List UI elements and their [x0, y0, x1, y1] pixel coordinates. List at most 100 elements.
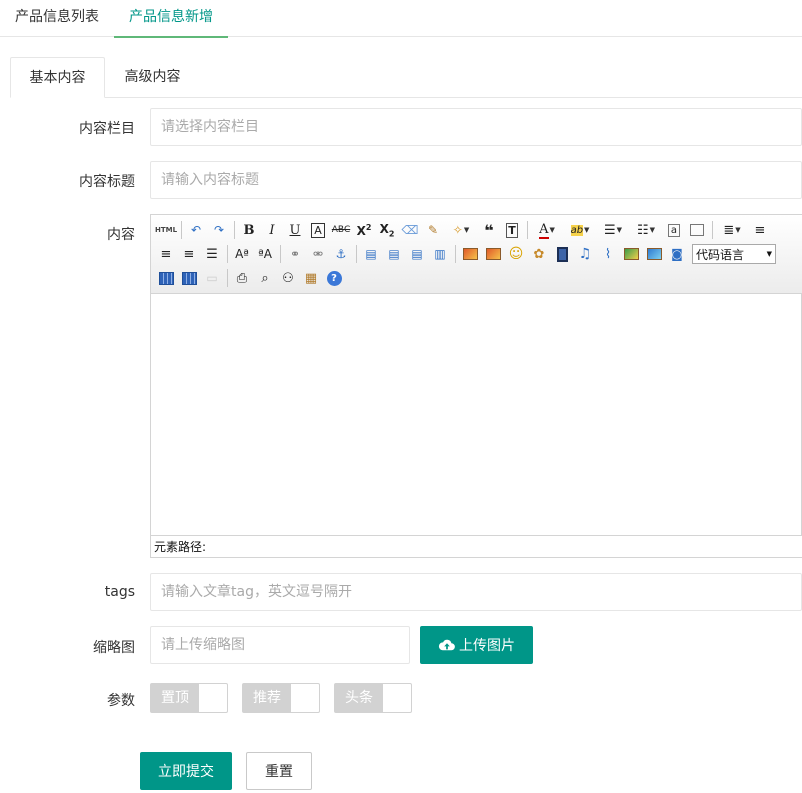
submit-button[interactable]: 立即提交 [140, 752, 232, 790]
chevron-down-icon: ▼ [649, 226, 656, 234]
align-right-icon: ≡ [183, 246, 195, 262]
switch-recommend[interactable]: 推荐 [242, 683, 320, 713]
select-all-icon: a [667, 223, 681, 237]
bold-button[interactable]: B [238, 220, 260, 240]
ordered-list-icon: ☰ [603, 222, 616, 238]
tab-product-list[interactable]: 产品信息列表 [0, 0, 114, 37]
italic-icon: I [269, 222, 275, 238]
table-props-icon [181, 271, 197, 285]
toolbar-separator [527, 221, 528, 239]
paste-plain-button[interactable]: T [501, 220, 523, 240]
italic-button[interactable]: I [261, 220, 283, 240]
format-match-button[interactable]: ✎ [422, 220, 444, 240]
insert-video-button[interactable] [551, 244, 573, 264]
music-button[interactable]: ♫ [574, 244, 596, 264]
preview-button[interactable]: ⌕ [254, 268, 276, 288]
title-input[interactable] [150, 161, 802, 199]
print-button[interactable]: ⎙ [231, 268, 253, 288]
font-color-icon: A [539, 221, 549, 239]
tab-basic-content[interactable]: 基本内容 [10, 57, 105, 98]
anchor-button[interactable]: ⚓ [330, 244, 352, 264]
text-direction-ltr-icon: Aª [235, 247, 249, 261]
tab-advanced-content[interactable]: 高级内容 [105, 57, 200, 98]
redo-button[interactable]: ↷ [208, 220, 230, 240]
reset-button[interactable]: 重置 [246, 752, 312, 790]
remove-format-button[interactable]: ⌫ [399, 220, 421, 240]
category-select[interactable] [150, 108, 802, 146]
rich-text-editor: HTML ↶ ↷ B I U A ABC X2 X2 ⌫ ✎ ✧ ▼ ❝ T A ▼… [150, 214, 802, 558]
rtl-button[interactable]: ªA [254, 244, 276, 264]
font-border-button[interactable]: A [307, 220, 329, 240]
chevron-down-icon: ▼ [766, 250, 772, 258]
superscript-button[interactable]: X2 [353, 220, 375, 240]
align-left-button[interactable]: ≡ [155, 244, 177, 264]
toolbar-separator [234, 221, 235, 239]
blockquote-button[interactable]: ❝ [478, 220, 500, 240]
image-center-button[interactable]: ▥ [429, 244, 451, 264]
image-right-button[interactable]: ▤ [406, 244, 428, 264]
switch-top[interactable]: 置顶 [150, 683, 228, 713]
align-right-button[interactable]: ≡ [178, 244, 200, 264]
unordered-list-button[interactable]: ☷ ▼ [630, 220, 662, 240]
switch-headline[interactable]: 头条 [334, 683, 412, 713]
auto-typeset-button[interactable]: ✧ ▼ [445, 220, 477, 240]
unlink-button[interactable]: ⚮ [307, 244, 329, 264]
html-source-button[interactable]: HTML [155, 220, 177, 240]
font-color-button[interactable]: A ▼ [531, 220, 563, 240]
toolbar-separator [280, 245, 281, 263]
link-icon: ⚭ [289, 247, 301, 261]
drafts-button[interactable]: ▦ [300, 268, 322, 288]
blank-page-icon [690, 224, 704, 236]
thumbnail-label: 缩略图 [93, 640, 135, 656]
underline-button[interactable]: U [284, 220, 306, 240]
emotion-button[interactable]: ☺ [505, 244, 527, 264]
attachment-button[interactable]: ⌇ [597, 244, 619, 264]
thumbnail-input[interactable] [150, 626, 410, 664]
help-button[interactable]: ? [323, 268, 345, 288]
editor-content-area[interactable] [151, 295, 802, 535]
code-language-select[interactable]: 代码语言 ▼ [692, 244, 776, 264]
table-props-button[interactable] [178, 268, 200, 288]
editor-toolbar: HTML ↶ ↷ B I U A ABC X2 X2 ⌫ ✎ ✧ ▼ ❝ T A ▼… [151, 215, 802, 294]
insert-table-button[interactable] [155, 268, 177, 288]
strikethrough-button[interactable]: ABC [330, 220, 352, 240]
toolbar-separator [712, 221, 713, 239]
tags-input[interactable] [150, 573, 802, 611]
help-icon: ? [326, 270, 342, 286]
row-spacing-top-button[interactable]: ≣ ▼ [716, 220, 748, 240]
template-button[interactable]: ▭ [201, 268, 223, 288]
multi-image-button[interactable] [482, 244, 504, 264]
row-spacing-bottom-button[interactable]: ≡ [749, 220, 771, 240]
select-all-button[interactable]: a [663, 220, 685, 240]
eraser-icon: ⌫ [401, 223, 419, 237]
smiley-icon: ☺ [508, 246, 524, 262]
toolbar-separator [181, 221, 182, 239]
map-button[interactable] [620, 244, 642, 264]
gmap-button[interactable] [643, 244, 665, 264]
search-replace-button[interactable]: ⚇ [277, 268, 299, 288]
undo-button[interactable]: ↶ [185, 220, 207, 240]
anchor-icon: ⚓ [335, 247, 347, 261]
scrawl-button[interactable]: ✿ [528, 244, 550, 264]
background-color-button[interactable]: ab ▼ [564, 220, 596, 240]
chevron-down-icon: ▼ [584, 226, 590, 234]
font-border-icon: A [311, 222, 325, 238]
image-icon [462, 248, 478, 260]
image-none-button[interactable]: ▤ [360, 244, 382, 264]
printer-icon: ⎙ [236, 270, 248, 286]
tab-product-add[interactable]: 产品信息新增 [114, 0, 228, 38]
clear-doc-button[interactable] [686, 220, 708, 240]
insert-image-button[interactable] [459, 244, 481, 264]
ltr-button[interactable]: Aª [231, 244, 253, 264]
align-justify-button[interactable]: ☰ [201, 244, 223, 264]
brush-icon: ✎ [427, 223, 439, 237]
link-button[interactable]: ⚭ [284, 244, 306, 264]
bold-icon: B [243, 222, 255, 238]
gmap-icon [646, 248, 662, 260]
insert-frame-button[interactable]: ◙ [666, 244, 688, 264]
ordered-list-button[interactable]: ☰ ▼ [597, 220, 629, 240]
toolbar-row-1: HTML ↶ ↷ B I U A ABC X2 X2 ⌫ ✎ ✧ ▼ ❝ T A ▼… [155, 218, 772, 242]
upload-image-button[interactable]: 上传图片 [420, 626, 533, 664]
image-left-button[interactable]: ▤ [383, 244, 405, 264]
subscript-button[interactable]: X2 [376, 220, 398, 240]
